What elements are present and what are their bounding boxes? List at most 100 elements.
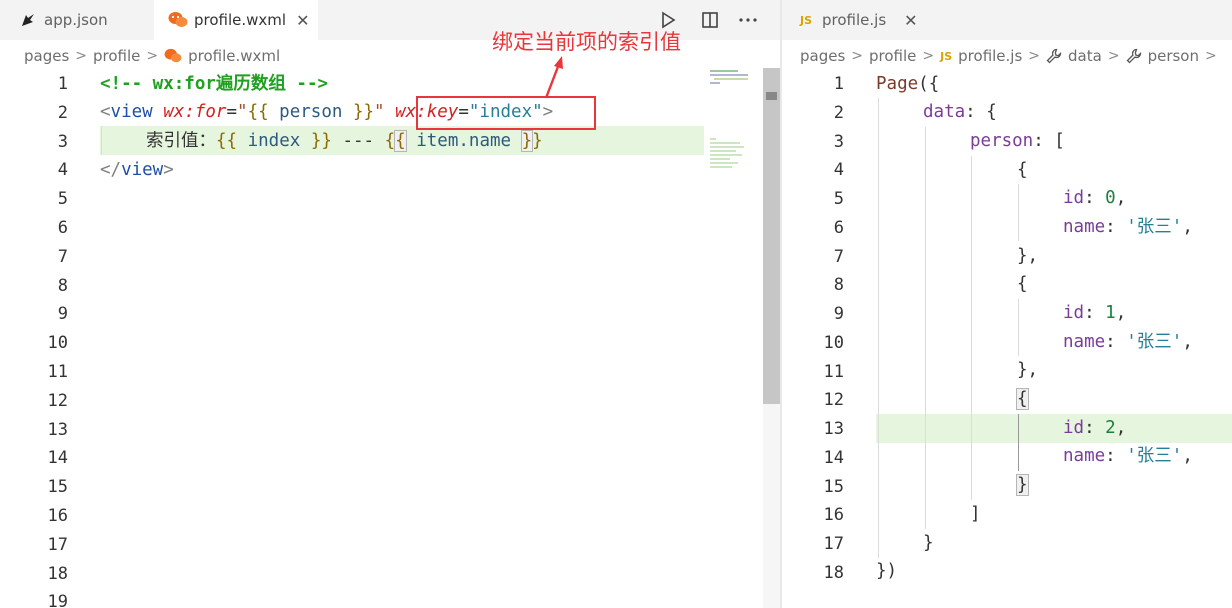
code-line-5[interactable]: id: 0, (1063, 184, 1126, 213)
brace: { (1017, 160, 1028, 180)
line-number: 11 (47, 362, 68, 382)
indent-guide (925, 127, 926, 529)
right-editor-pane: JS profile.js ✕ pages > profile > JS prof… (782, 0, 1232, 608)
breadcrumb-item[interactable]: pages (800, 47, 845, 65)
tab-app-json[interactable]: app.json (0, 0, 152, 40)
breadcrumb-item[interactable]: data (1046, 47, 1102, 65)
code-line-11[interactable]: }, (1017, 356, 1038, 385)
breadcrumb-item[interactable]: JS profile.js (940, 47, 1022, 65)
brace: { (1017, 274, 1028, 294)
indent-guide (971, 156, 972, 500)
code-line-6[interactable]: name: '张三', (1063, 213, 1193, 242)
chevron-right-icon: > (146, 48, 159, 64)
close-icon[interactable]: ✕ (296, 11, 309, 30)
code-line-4[interactable]: { (1017, 156, 1028, 185)
line-number: 17 (47, 534, 68, 555)
code-line-18[interactable]: }) (876, 557, 897, 586)
left-editor-pane: app.json profile.wxml ✕ pages > profile … (0, 0, 780, 608)
tab-profile-js[interactable]: JS profile.js ✕ (782, 0, 932, 40)
mustache-open: { (384, 131, 396, 151)
property-key: id (1063, 303, 1085, 323)
property-key: data (923, 102, 966, 122)
matched-brace: } (520, 130, 534, 152)
tab-label: profile.wxml (194, 11, 287, 29)
matched-brace: { (1016, 388, 1029, 410)
code-line-16[interactable]: ] (970, 500, 981, 529)
split-editor-icon[interactable] (698, 8, 722, 32)
indent-guide (1018, 299, 1019, 356)
line-number: 2 (57, 102, 68, 123)
punctuation: ({ (918, 74, 940, 94)
tag-bracket: < (100, 102, 111, 122)
line-number: 11 (823, 361, 844, 382)
code-line-2[interactable]: data: { (923, 98, 997, 127)
current-line-highlight (876, 414, 1232, 443)
close-icon[interactable]: ✕ (904, 11, 917, 30)
tag-name: view (110, 102, 153, 122)
code-line-7[interactable]: }, (1017, 242, 1038, 271)
code-line-8[interactable]: { (1017, 270, 1028, 299)
tab-label: profile.js (822, 11, 887, 29)
code-line-1[interactable]: <!-- wx:for遍历数组 --> (100, 70, 328, 99)
code-editor[interactable]: 1 2 3 4 5 6 7 8 9 10 11 12 13 14 15 16 17 18 19 <!-- wx:fo… (0, 70, 780, 608)
chevron-right-icon: > (1028, 48, 1041, 64)
line-number: 5 (833, 189, 844, 209)
punctuation: , (1182, 446, 1193, 466)
punctuation: , (1182, 332, 1193, 352)
breadcrumb-label: profile.js (958, 47, 1023, 65)
annotation-text: 绑定当前项的索引值 (492, 30, 681, 54)
line-number: 13 (823, 419, 844, 439)
punctuation: , (1182, 217, 1193, 237)
code-line-1[interactable]: Page({ (876, 70, 939, 99)
code-line-3[interactable]: person: [ (970, 127, 1065, 156)
line-number: 2 (833, 102, 844, 123)
breadcrumb-item[interactable]: person (1126, 47, 1199, 65)
breadcrumb-item[interactable]: profile (93, 47, 140, 65)
code-line-4[interactable]: </view> (100, 156, 174, 185)
line-number: 1 (57, 74, 68, 94)
mustache-close: }} (310, 131, 332, 151)
punctuation: , (1115, 188, 1127, 208)
code-line-17[interactable]: } (923, 529, 934, 558)
code-line-10[interactable]: name: '张三', (1063, 328, 1193, 357)
wechat-icon (164, 48, 182, 64)
line-number: 6 (833, 217, 844, 238)
vertical-scrollbar-thumb[interactable] (763, 68, 780, 404)
code-line-15[interactable]: } (1016, 471, 1029, 500)
line-number: 7 (57, 246, 68, 267)
pen-icon (18, 10, 38, 30)
property-key: name (1063, 446, 1106, 466)
breadcrumb-item[interactable]: profile (869, 47, 916, 65)
breadcrumb-item[interactable]: pages (24, 47, 69, 65)
matched-brace: { (394, 130, 407, 152)
line-number: 14 (823, 447, 844, 468)
right-tab-bar: JS profile.js ✕ (782, 0, 1232, 40)
number-value: 1 (1105, 303, 1116, 323)
code-line-12[interactable]: { (1016, 385, 1029, 414)
breadcrumb-item[interactable]: profile.wxml (164, 47, 280, 65)
punctuation: : (1084, 303, 1106, 323)
tab-label: app.json (44, 11, 108, 29)
code-line-14[interactable]: name: '张三', (1063, 442, 1193, 471)
annotation-highlight-box (416, 96, 596, 130)
string-value: '张三' (1126, 332, 1183, 352)
line-number: 3 (833, 131, 844, 152)
minimap[interactable] (708, 68, 750, 178)
chevron-right-icon: > (1204, 48, 1217, 64)
separator-text: --- (331, 131, 385, 151)
more-actions-icon[interactable] (736, 8, 760, 32)
code-editor[interactable]: 1 2 3 4 5 6 7 8 9 10 11 12 13 14 15 16 17 18 Page({ data:… (782, 70, 1232, 608)
code-line-13[interactable]: id: 2, (1063, 414, 1126, 443)
line-number: 9 (57, 304, 68, 325)
quote: " (374, 102, 385, 122)
tag-name: view (121, 160, 164, 180)
punctuation: : (1105, 446, 1127, 466)
code-line-3[interactable]: 索引值：{{ index }} --- {{ item.name }} (146, 127, 543, 156)
code-line-9[interactable]: id: 1, (1063, 299, 1126, 328)
tag-bracket: > (163, 160, 174, 180)
chevron-right-icon: > (851, 48, 864, 64)
line-number: 13 (47, 419, 68, 440)
line-number: 6 (57, 218, 68, 238)
indent-guide (1018, 184, 1019, 241)
tab-profile-wxml[interactable]: profile.wxml ✕ (154, 0, 318, 40)
